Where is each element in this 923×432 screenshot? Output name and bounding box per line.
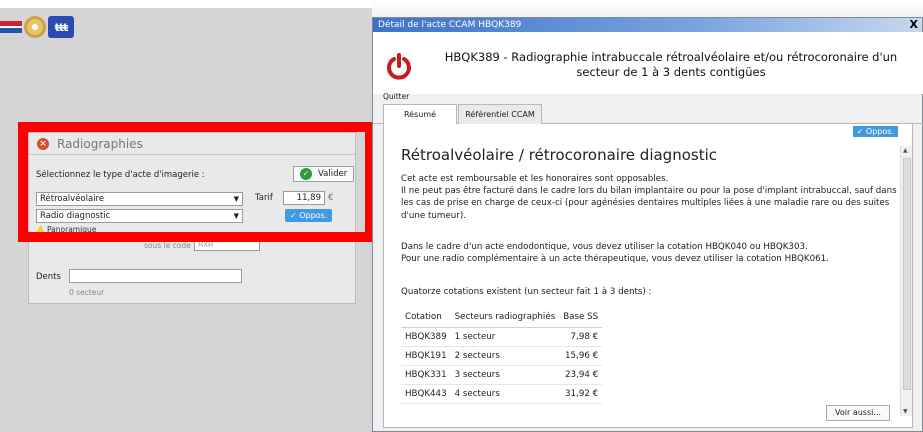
table-cell: 31,92 € (559, 384, 603, 404)
table-cell: 1 secteur (450, 327, 560, 347)
table-cell: 7,98 € (559, 327, 603, 347)
table-row: HBQK331 3 secteurs 23,94 € (401, 365, 603, 385)
flag-icon[interactable] (0, 21, 22, 33)
cd-icon[interactable] (24, 16, 46, 38)
paragraph-endodontic: Dans le cadre d'un acte endodontique, vo… (401, 242, 808, 252)
table-row: HBQK443 4 secteurs 31,92 € (401, 384, 603, 404)
table-cell: 15,96 € (559, 346, 603, 366)
table-cell: HBQK389 (401, 327, 451, 347)
paragraph-complementary: Pour une radio complémentaire à un acte … (401, 254, 829, 264)
ccam-header: Quitter HBQK389 - Radiographie intrabucc… (373, 32, 923, 101)
table-header: Base SS (559, 308, 603, 328)
scroll-up-icon[interactable]: ▲ (903, 147, 908, 154)
close-icon[interactable]: X (910, 18, 918, 32)
power-icon[interactable] (385, 52, 413, 80)
table-cell: HBQK331 (401, 365, 451, 385)
table-header: Cotation (401, 308, 451, 328)
tab-referentiel-ccam[interactable]: Référentiel CCAM (458, 104, 542, 124)
secteur-count: 0 secteur (69, 288, 105, 297)
window-titlebar[interactable]: Détail de l'acte CCAM HBQK389 X (373, 18, 922, 32)
tab-bar: Résumé Référentiel CCAM (373, 102, 923, 125)
quit-label[interactable]: Quitter (383, 92, 409, 101)
vertical-scrollbar[interactable]: ▲ ▼ (900, 146, 912, 416)
table-header: Secteurs radiographiés (450, 308, 560, 328)
voir-aussi-button[interactable]: Voir aussi... (826, 405, 890, 421)
toolbar-icons: ŧŧŧ (0, 10, 74, 44)
cotation-table: Cotation Secteurs radiographiés Base SS … (401, 308, 603, 404)
window-title: Détail de l'acte CCAM HBQK389 (378, 20, 522, 30)
dents-label: Dents (36, 272, 61, 282)
table-cell: 3 secteurs (450, 365, 560, 385)
paragraph-reimbursable: Cet acte est remboursable et les honorai… (401, 174, 669, 184)
table-cell: 23,94 € (559, 365, 603, 385)
resume-content: ✓ Oppos. Rétroalvéolaire / rétrocoronair… (383, 124, 913, 428)
window-shadow (372, 0, 923, 17)
section-title: Rétroalvéolaire / rétrocoronaire diagnos… (401, 146, 717, 164)
oppos-badge: ✓ Oppos. (852, 126, 898, 137)
scrollbar-thumb[interactable] (903, 158, 911, 390)
table-cell: 2 secteurs (450, 346, 560, 366)
scroll-down-icon[interactable]: ▼ (903, 408, 908, 415)
ccam-detail-window: Détail de l'acte CCAM HBQK389 X Quitter … (372, 17, 923, 432)
table-row: HBQK191 2 secteurs 15,96 € (401, 346, 603, 366)
act-header-title: HBQK389 - Radiographie intrabuccale rétr… (444, 50, 898, 79)
table-cell: 4 secteurs (450, 384, 560, 404)
table-header-row: Cotation Secteurs radiographiés Base SS (401, 308, 603, 328)
table-intro: Quatorze cotations existent (un secteur … (401, 287, 652, 297)
table-row: HBQK389 1 secteur 7,98 € (401, 327, 603, 347)
paragraph-implant: Il ne peut pas être facturé dans le cadr… (401, 186, 897, 221)
highlight-frame (18, 122, 375, 242)
tab-resume[interactable]: Résumé (383, 104, 457, 125)
dents-input[interactable] (69, 269, 242, 283)
family-icon[interactable]: ŧŧŧ (48, 16, 74, 38)
table-cell: HBQK191 (401, 346, 451, 366)
under-code-label: sous le code (144, 241, 191, 250)
table-cell: HBQK443 (401, 384, 451, 404)
